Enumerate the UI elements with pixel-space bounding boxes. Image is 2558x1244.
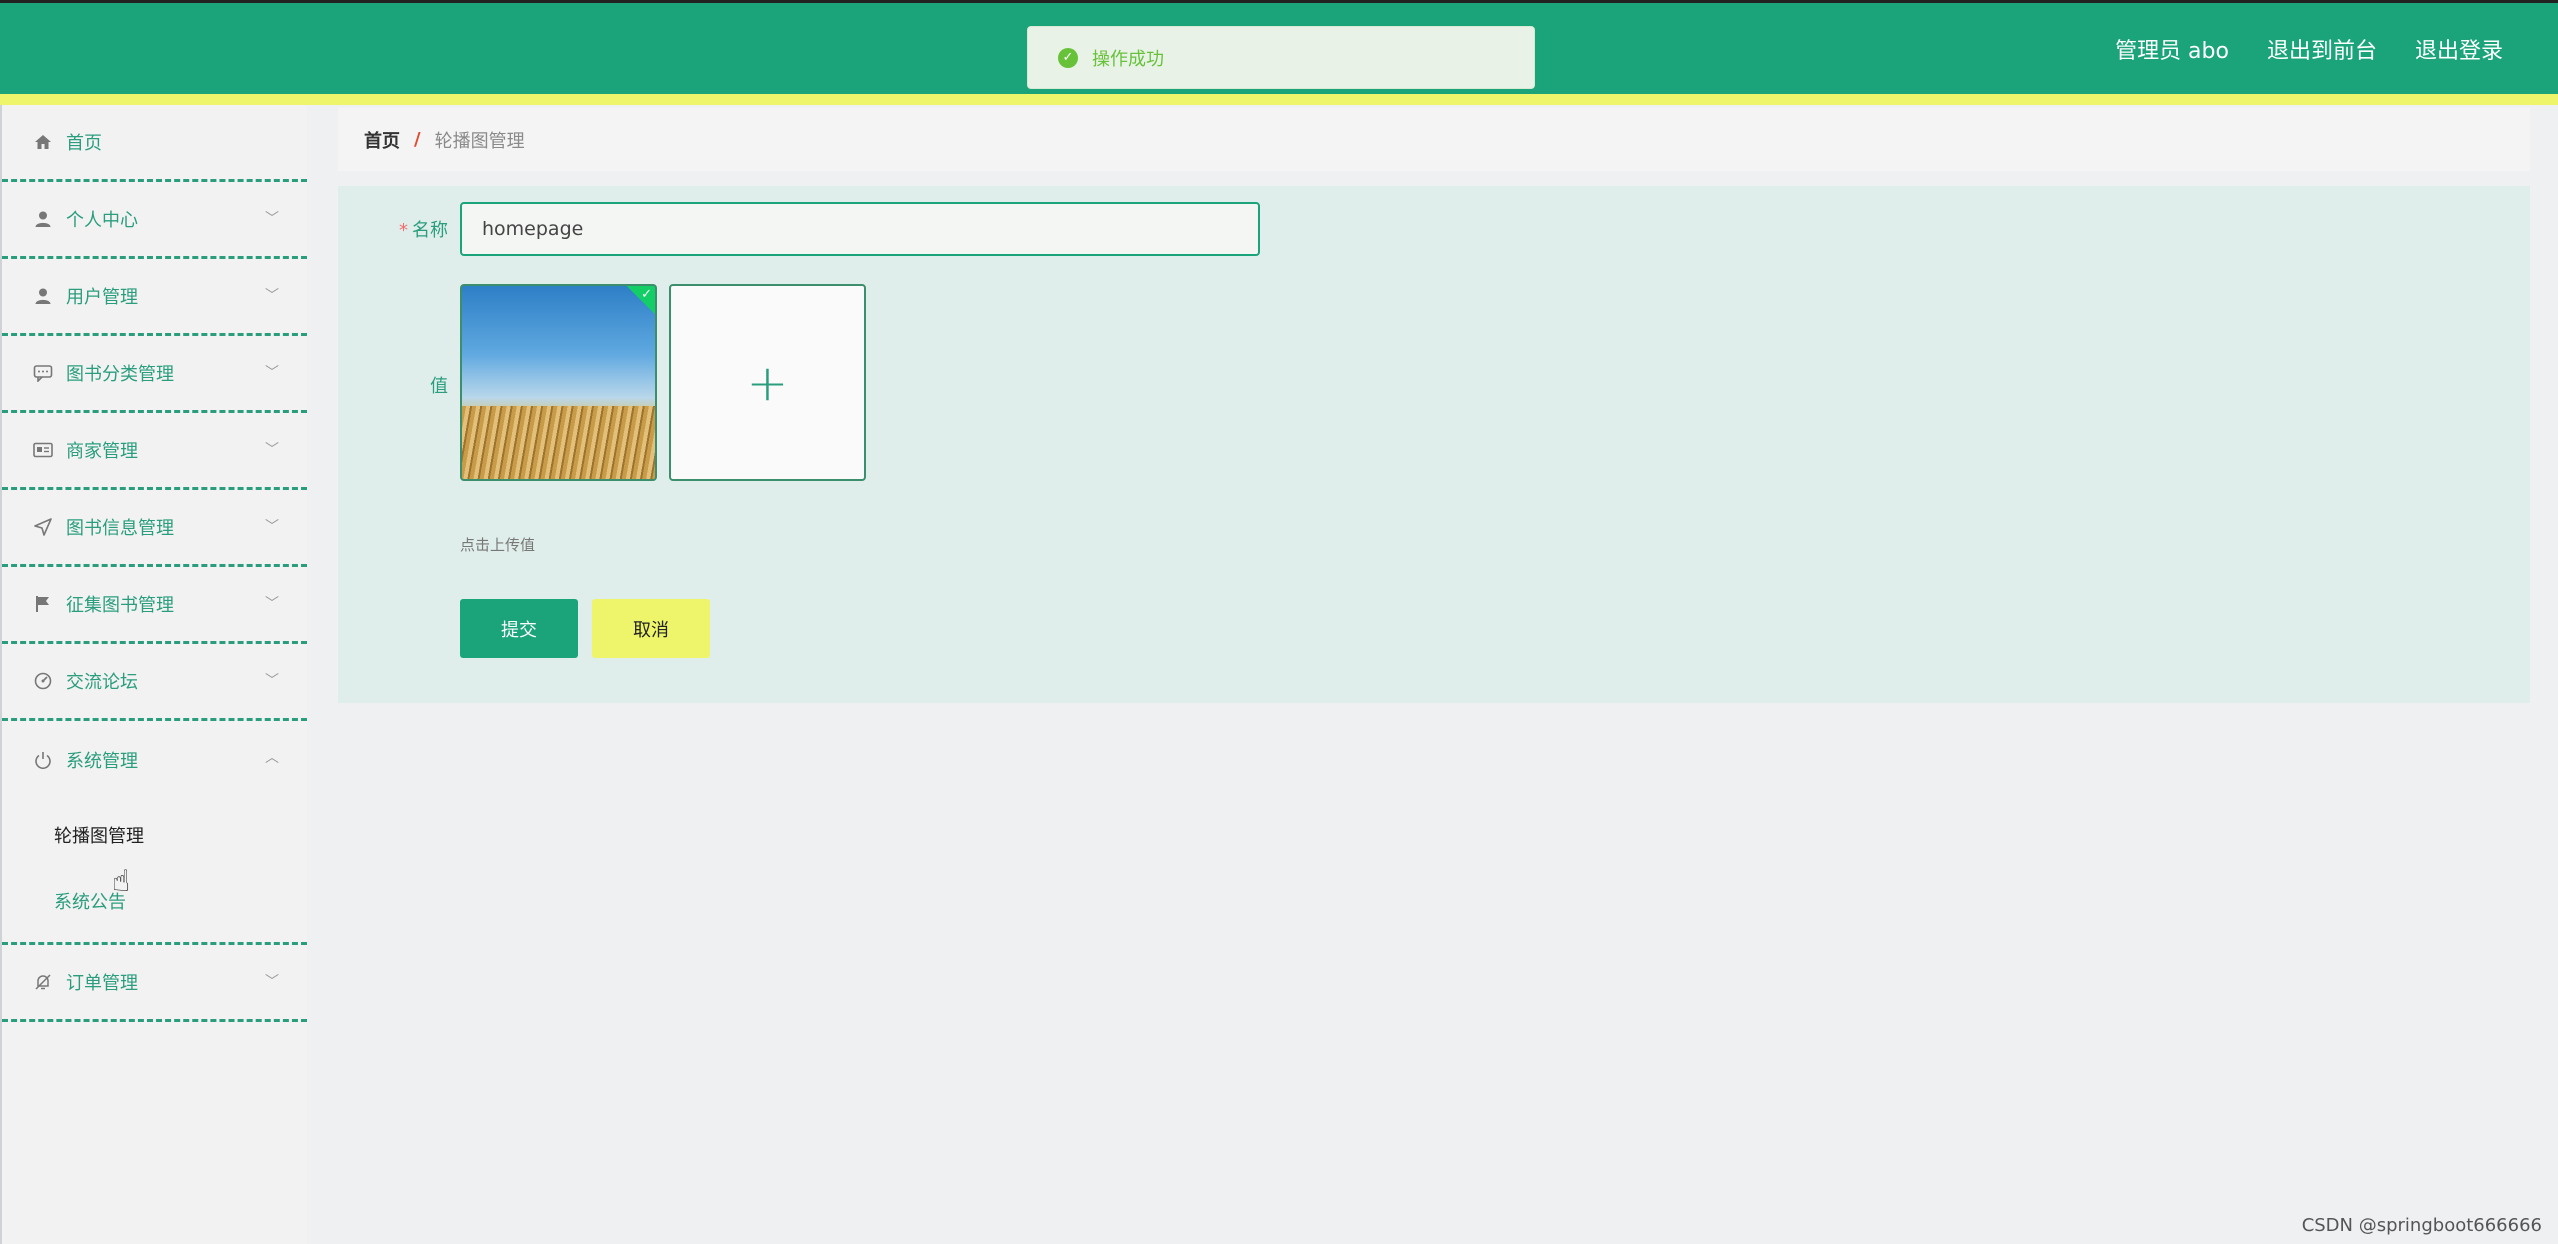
breadcrumb: 首页 / 轮播图管理	[338, 108, 2530, 171]
logout-link[interactable]: 退出登录	[2415, 33, 2503, 65]
id-card-icon	[32, 439, 54, 461]
value-field-label: 值	[430, 376, 448, 397]
user-icon	[32, 208, 54, 230]
toast-message: 操作成功	[1092, 48, 1164, 70]
upload-hint: 点击上传值	[460, 536, 536, 554]
chevron-down-icon: ﹀	[265, 288, 279, 304]
sidebar: 首页 个人中心 ﹀ 用户管理 ﹀ 图书分类管理 ﹀ 商家管理 ﹀ 图书信息管理 …	[0, 105, 307, 1244]
submenu-item-carousel[interactable]: 轮播图管理	[2, 802, 307, 868]
chevron-down-icon: ﹀	[265, 442, 279, 458]
watermark: CSDN @springboot666666	[2301, 1215, 2542, 1236]
breadcrumb-current: 轮播图管理	[434, 130, 525, 152]
to-front-link[interactable]: 退出到前台	[2267, 33, 2377, 65]
carousel-edit-form: *名称 值 ✓ + 点击上传值 提交 取消	[338, 186, 2530, 703]
chevron-down-icon: ﹀	[265, 519, 279, 535]
sidebar-item-label: 交流论坛	[66, 672, 138, 693]
sidebar-item-label: 系统管理	[66, 750, 138, 772]
chevron-up-icon: ︿	[265, 750, 279, 766]
name-input[interactable]	[460, 202, 1260, 256]
sidebar-item-label: 个人中心	[66, 210, 138, 231]
sidebar-item-orders[interactable]: 订单管理 ﹀	[2, 945, 307, 1022]
success-check-icon: ✓	[1058, 47, 1078, 68]
sidebar-item-label: 首页	[66, 133, 102, 154]
sidebar-item-forum[interactable]: 交流论坛 ﹀	[2, 644, 307, 721]
header-accent-strip	[0, 94, 2558, 105]
success-toast: ✓ 操作成功	[1027, 26, 1535, 89]
sidebar-item-personal[interactable]: 个人中心 ﹀	[2, 182, 307, 259]
user-icon	[32, 285, 54, 307]
chevron-down-icon: ﹀	[265, 596, 279, 612]
sidebar-item-book-info[interactable]: 图书信息管理 ﹀	[2, 490, 307, 567]
header-links: 管理员 abo 退出到前台 退出登录	[2115, 33, 2503, 65]
chevron-down-icon: ﹀	[265, 211, 279, 227]
chat-icon	[32, 362, 54, 384]
admin-user-label: 管理员 abo	[2115, 39, 2229, 64]
sidebar-item-book-collect[interactable]: 征集图书管理 ﹀	[2, 567, 307, 644]
chevron-down-icon: ﹀	[265, 974, 279, 990]
flag-icon	[32, 593, 54, 615]
check-icon: ✓	[641, 287, 652, 302]
chevron-down-icon: ﹀	[265, 673, 279, 689]
required-mark: *	[399, 220, 408, 241]
breadcrumb-home[interactable]: 首页	[364, 127, 400, 153]
gauge-icon	[32, 670, 54, 692]
plus-icon: +	[746, 353, 789, 412]
sidebar-item-book-category[interactable]: 图书分类管理 ﹀	[2, 336, 307, 413]
power-icon	[32, 749, 54, 771]
sidebar-item-merchant[interactable]: 商家管理 ﹀	[2, 413, 307, 490]
name-label-text: 名称	[412, 220, 448, 241]
upload-add-button[interactable]: +	[669, 284, 866, 481]
sidebar-item-label: 订单管理	[66, 973, 138, 994]
hand-cursor-icon: ☝	[112, 864, 131, 899]
chevron-down-icon: ﹀	[265, 365, 279, 381]
submit-button[interactable]: 提交	[460, 599, 578, 658]
sidebar-item-label: 图书信息管理	[66, 518, 174, 539]
breadcrumb-separator: /	[414, 129, 421, 150]
home-icon	[32, 131, 54, 153]
sidebar-item-label: 商家管理	[66, 441, 138, 462]
sidebar-item-label: 用户管理	[66, 287, 138, 308]
sidebar-item-users[interactable]: 用户管理 ﹀	[2, 259, 307, 336]
name-field-label: * 名称	[338, 216, 448, 242]
cancel-button[interactable]: 取消	[592, 599, 710, 658]
uploaded-image-thumbnail[interactable]: ✓	[460, 284, 657, 481]
bell-off-icon	[32, 971, 54, 993]
sidebar-item-label: 图书分类管理	[66, 364, 174, 385]
sidebar-item-system[interactable]: 系统管理 ︿	[2, 721, 307, 798]
submenu-item-notice[interactable]: 系统公告	[2, 868, 307, 934]
system-submenu: 轮播图管理 系统公告	[2, 798, 307, 945]
sidebar-item-home[interactable]: 首页	[2, 105, 307, 182]
send-icon	[32, 516, 54, 538]
wheat-field-image	[462, 405, 655, 479]
sidebar-item-label: 征集图书管理	[66, 595, 174, 616]
